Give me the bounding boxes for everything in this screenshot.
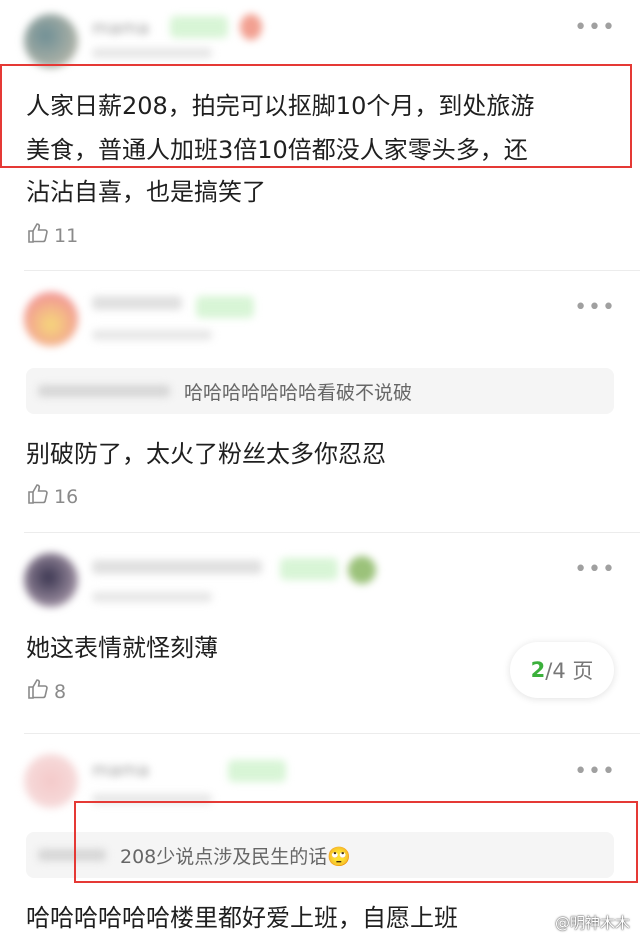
username[interactable] bbox=[92, 560, 262, 574]
like-count: 11 bbox=[54, 224, 79, 247]
highlight-box-2 bbox=[74, 801, 638, 883]
comment-meta bbox=[92, 48, 212, 58]
thumbs-up-icon bbox=[26, 221, 50, 250]
username[interactable]: mama bbox=[92, 760, 149, 781]
like-button[interactable]: 8 bbox=[26, 677, 66, 706]
comment-text: 她这表情就怪刻薄 bbox=[26, 634, 218, 662]
avatar[interactable] bbox=[24, 553, 78, 607]
like-button[interactable]: 11 bbox=[26, 221, 78, 250]
thumbs-up-icon bbox=[26, 677, 50, 706]
username[interactable]: mama bbox=[92, 18, 149, 39]
page-total: /4 页 bbox=[545, 659, 594, 683]
emoji-icon bbox=[240, 14, 262, 40]
more-options-icon[interactable]: ••• bbox=[574, 761, 616, 783]
comment-text-line-3: 沾沾自喜，也是搞笑了 bbox=[26, 178, 266, 206]
divider bbox=[24, 532, 640, 533]
like-count: 16 bbox=[54, 485, 79, 508]
divider bbox=[24, 733, 640, 734]
comment-text: 哈哈哈哈哈哈楼里都好爱上班，自愿上班 bbox=[26, 904, 458, 932]
comment-meta bbox=[92, 592, 212, 602]
avatar[interactable] bbox=[24, 754, 78, 808]
user-badge bbox=[196, 296, 254, 318]
more-options-icon[interactable]: ••• bbox=[574, 297, 616, 319]
user-badge bbox=[170, 16, 228, 38]
page-indicator[interactable]: 2 /4 页 bbox=[510, 642, 614, 698]
like-button[interactable]: 16 bbox=[26, 482, 78, 511]
avatar[interactable] bbox=[24, 292, 78, 346]
emoji-icon bbox=[348, 556, 376, 584]
user-badge bbox=[280, 558, 338, 580]
divider bbox=[24, 270, 640, 271]
user-badge bbox=[228, 760, 286, 782]
watermark: @明神木木 bbox=[554, 914, 630, 932]
highlight-box-1 bbox=[0, 64, 632, 168]
quoted-username bbox=[38, 385, 170, 397]
more-options-icon[interactable]: ••• bbox=[574, 559, 616, 581]
avatar[interactable] bbox=[24, 14, 78, 68]
username[interactable] bbox=[92, 296, 182, 310]
quoted-reply[interactable]: 哈哈哈哈哈哈哈看破不说破 bbox=[26, 368, 614, 414]
comment-meta bbox=[92, 330, 212, 340]
more-options-icon[interactable]: ••• bbox=[574, 17, 616, 39]
comment-text: 别破防了，太火了粉丝太多你忍忍 bbox=[26, 440, 386, 468]
thumbs-up-icon bbox=[26, 482, 50, 511]
current-page: 2 bbox=[530, 658, 546, 682]
like-count: 8 bbox=[54, 680, 67, 703]
quoted-text: 哈哈哈哈哈哈哈看破不说破 bbox=[184, 381, 413, 404]
